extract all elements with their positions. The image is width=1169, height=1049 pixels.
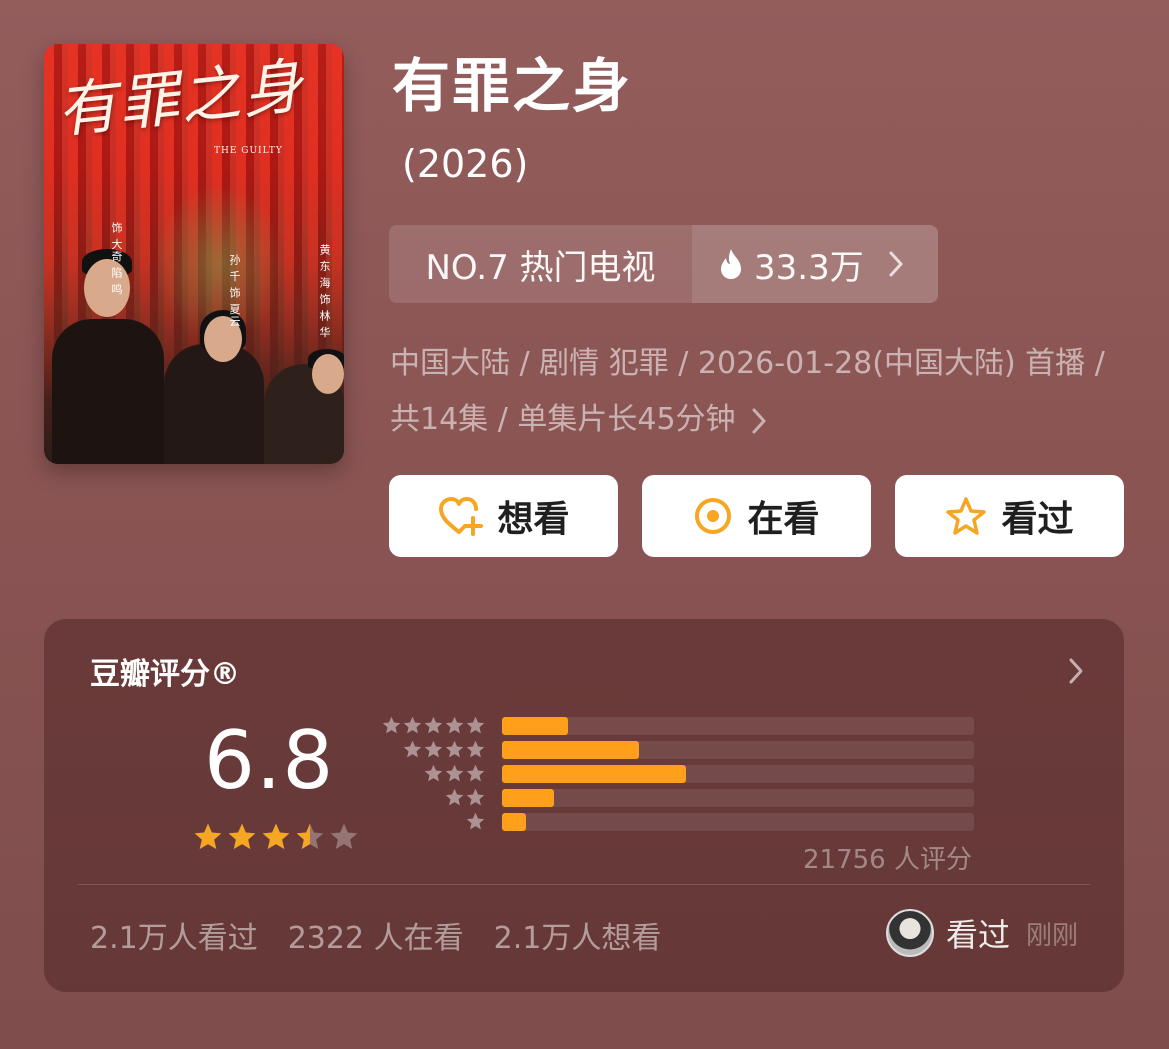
distribution-bar [502, 717, 569, 735]
distribution-row-5-star [382, 715, 974, 735]
distribution-track [502, 765, 974, 783]
poster-subtitle-art: THE GUILTY [214, 146, 283, 156]
star-icon [194, 823, 222, 849]
rating-title: 豆瓣评分® [90, 657, 240, 692]
distribution-row-3-star [382, 763, 974, 783]
chevron-right-icon [752, 408, 766, 433]
distribution-bar [502, 789, 554, 807]
distribution-bar [502, 741, 639, 759]
star-icon [466, 788, 485, 806]
poster-image[interactable]: 有罪之身 THE GUILTY 饰 大奇 陷 鸣 孙 千 饰 夏云 黄 东 海 … [44, 44, 344, 464]
distribution-track [502, 717, 974, 735]
distribution-stars [381, 715, 486, 736]
watching-count: 2322 人在看 [287, 921, 464, 956]
heart-plus-icon [439, 497, 484, 536]
want-to-watch-button[interactable]: 想看 [389, 475, 618, 557]
star-icon [296, 823, 324, 849]
rank-bar[interactable]: NO.7 热门电视 33.3万 [389, 225, 938, 303]
poster-figure [52, 319, 164, 464]
distribution-stars [402, 739, 486, 760]
star-icon [262, 823, 290, 849]
distribution-row-2-star [382, 787, 974, 807]
wish-count: 2.1万人想看 [493, 921, 662, 956]
want-label: 想看 [497, 499, 570, 540]
star-icon [424, 740, 443, 758]
poster-cast-credit: 饰 大奇 陷 鸣 [110, 222, 123, 296]
meta-info[interactable]: 中国大陆 / 剧情 犯罪 / 2026-01-28(中国大陆) 首播 / 共14… [390, 336, 1130, 448]
rank-label[interactable]: NO.7 热门电视 [389, 225, 692, 303]
distribution-stars [465, 811, 486, 832]
avatar[interactable] [885, 909, 934, 957]
rating-card[interactable]: 豆瓣评分® 6.8 21756 人评分 2.1万人看过 2322 人在看 2.1… [44, 619, 1124, 992]
star-icon [382, 716, 401, 734]
distribution-bar [502, 765, 687, 783]
star-icon [445, 788, 464, 806]
my-status[interactable]: 看过 刚刚 [885, 909, 1078, 957]
my-status-time: 刚刚 [1025, 920, 1078, 951]
distribution-track [502, 741, 974, 759]
target-icon [695, 498, 732, 534]
distribution-stars [444, 787, 486, 808]
star-icon [228, 823, 256, 849]
poster-figure [312, 354, 344, 394]
watch-stats: 2.1万人看过 2322 人在看 2.1万人想看 [90, 913, 661, 957]
star-icon [466, 740, 485, 758]
distribution-row-1-star [382, 811, 974, 831]
poster-figure [164, 344, 264, 464]
poster-cast-credit: 孙 千 饰 夏云 [228, 254, 241, 328]
watching-label: 在看 [747, 499, 820, 540]
distribution-track [502, 789, 974, 807]
my-status-label: 看过 [945, 916, 1010, 954]
raters-count: 21756 人评分 [803, 845, 972, 875]
distribution-bar [502, 813, 526, 831]
star-icon [445, 716, 464, 734]
watched-label: 看过 [1001, 499, 1074, 540]
star-icon [330, 823, 358, 849]
watched-count: 2.1万人看过 [90, 921, 258, 956]
watching-button[interactable]: 在看 [642, 475, 871, 557]
page-title: 有罪之身 [392, 52, 633, 120]
heat-button[interactable]: 33.3万 [692, 225, 938, 303]
star-icon [466, 716, 485, 734]
poster-cast-credit: 黄 东 海 饰 林 华 [318, 244, 331, 339]
star-icon [424, 716, 443, 734]
chevron-right-icon[interactable] [1068, 657, 1084, 685]
distribution-stars [423, 763, 486, 784]
distribution-row-4-star [382, 739, 974, 759]
star-icon [445, 764, 464, 782]
flame-icon [721, 249, 741, 279]
distribution-track [502, 813, 974, 831]
release-year: (2026) [402, 142, 529, 186]
star-icon [466, 812, 485, 830]
star-icon [445, 740, 464, 758]
star-icon [403, 740, 422, 758]
divider [78, 884, 1090, 885]
chevron-right-icon [889, 251, 903, 277]
rating-stars [192, 821, 360, 853]
star-icon [424, 764, 443, 782]
star-icon [466, 764, 485, 782]
meta-text: 中国大陆 / 剧情 犯罪 / 2026-01-28(中国大陆) 首播 / 共14… [390, 346, 1105, 437]
star-icon [403, 716, 422, 734]
star-icon [946, 497, 987, 535]
rating-score: 6.8 [204, 714, 335, 807]
watched-button[interactable]: 看过 [895, 475, 1124, 557]
heat-value: 33.3万 [754, 247, 864, 288]
